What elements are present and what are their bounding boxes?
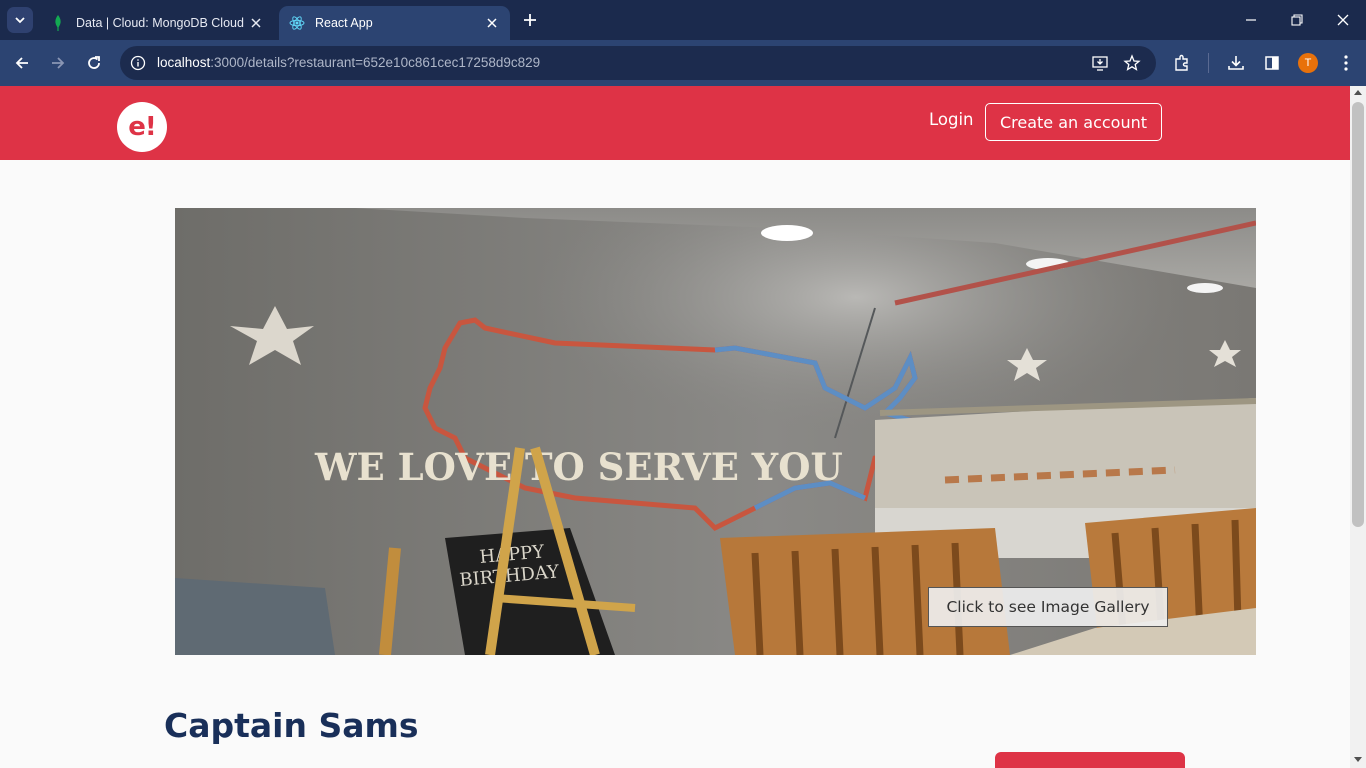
menu-kebab-icon[interactable] (1334, 51, 1358, 75)
scrollbar-thumb[interactable] (1352, 102, 1364, 527)
create-account-button[interactable]: Create an account (985, 103, 1162, 141)
downloads-icon[interactable] (1224, 51, 1248, 75)
site-info-icon[interactable] (128, 53, 148, 73)
new-tab-button[interactable] (520, 10, 540, 30)
restore-button[interactable] (1274, 0, 1320, 40)
side-panel-icon[interactable] (1260, 51, 1284, 75)
browser-tab-bar: Data | Cloud: MongoDB Cloud React App (0, 0, 1366, 40)
minimize-button[interactable] (1228, 0, 1274, 40)
plus-icon (524, 14, 536, 26)
site-header: e! Login Create an account (0, 86, 1350, 160)
mongodb-leaf-icon (50, 15, 66, 31)
page-scrollbar[interactable] (1350, 86, 1366, 768)
restore-icon (1291, 14, 1303, 26)
extensions-icon[interactable] (1170, 51, 1194, 75)
login-link[interactable]: Login (929, 110, 974, 129)
tab-title: React App (315, 16, 373, 30)
forward-button[interactable] (46, 51, 70, 75)
close-tab-icon[interactable] (248, 15, 264, 31)
url-host: localhost (157, 55, 211, 70)
tab-mongodb[interactable]: Data | Cloud: MongoDB Cloud (40, 6, 274, 40)
action-button[interactable] (995, 752, 1185, 768)
chevron-down-icon (15, 17, 25, 24)
browser-toolbar: localhost:3000/details?restaurant=652e10… (0, 40, 1366, 86)
wall-lettering: WE LOVE TO SERVE YOU (314, 445, 843, 489)
tab-react-app[interactable]: React App (279, 6, 510, 40)
url-path: :3000/details?restaurant=652e10c861cec17… (210, 55, 541, 70)
close-window-button[interactable] (1320, 0, 1366, 40)
install-app-icon[interactable] (1090, 53, 1110, 73)
react-icon (289, 15, 305, 31)
scroll-down-arrow-icon[interactable] (1354, 757, 1362, 762)
restaurant-name: Captain Sams (164, 706, 419, 745)
tab-title: Data | Cloud: MongoDB Cloud (76, 16, 244, 30)
close-tab-icon[interactable] (484, 15, 500, 31)
scroll-up-arrow-icon[interactable] (1354, 90, 1362, 95)
bookmark-star-icon[interactable] (1122, 53, 1142, 73)
reload-button[interactable] (82, 51, 106, 75)
page-viewport: e! Login Create an account WE LOVE TO SE… (0, 86, 1350, 768)
image-gallery-button[interactable]: Click to see Image Gallery (928, 587, 1168, 627)
back-button[interactable] (10, 51, 34, 75)
site-logo[interactable]: e! (117, 102, 167, 152)
profile-avatar[interactable]: T (1298, 53, 1318, 73)
arrow-left-icon (15, 57, 28, 69)
address-bar[interactable]: localhost:3000/details?restaurant=652e10… (120, 46, 1156, 80)
toolbar-divider (1208, 53, 1209, 73)
reload-icon (88, 56, 100, 69)
url-text[interactable]: localhost:3000/details?restaurant=652e10… (157, 55, 540, 70)
tab-search-button[interactable] (7, 7, 33, 33)
minimize-icon (1246, 19, 1256, 21)
close-icon (1337, 14, 1349, 26)
arrow-right-icon (52, 57, 65, 69)
